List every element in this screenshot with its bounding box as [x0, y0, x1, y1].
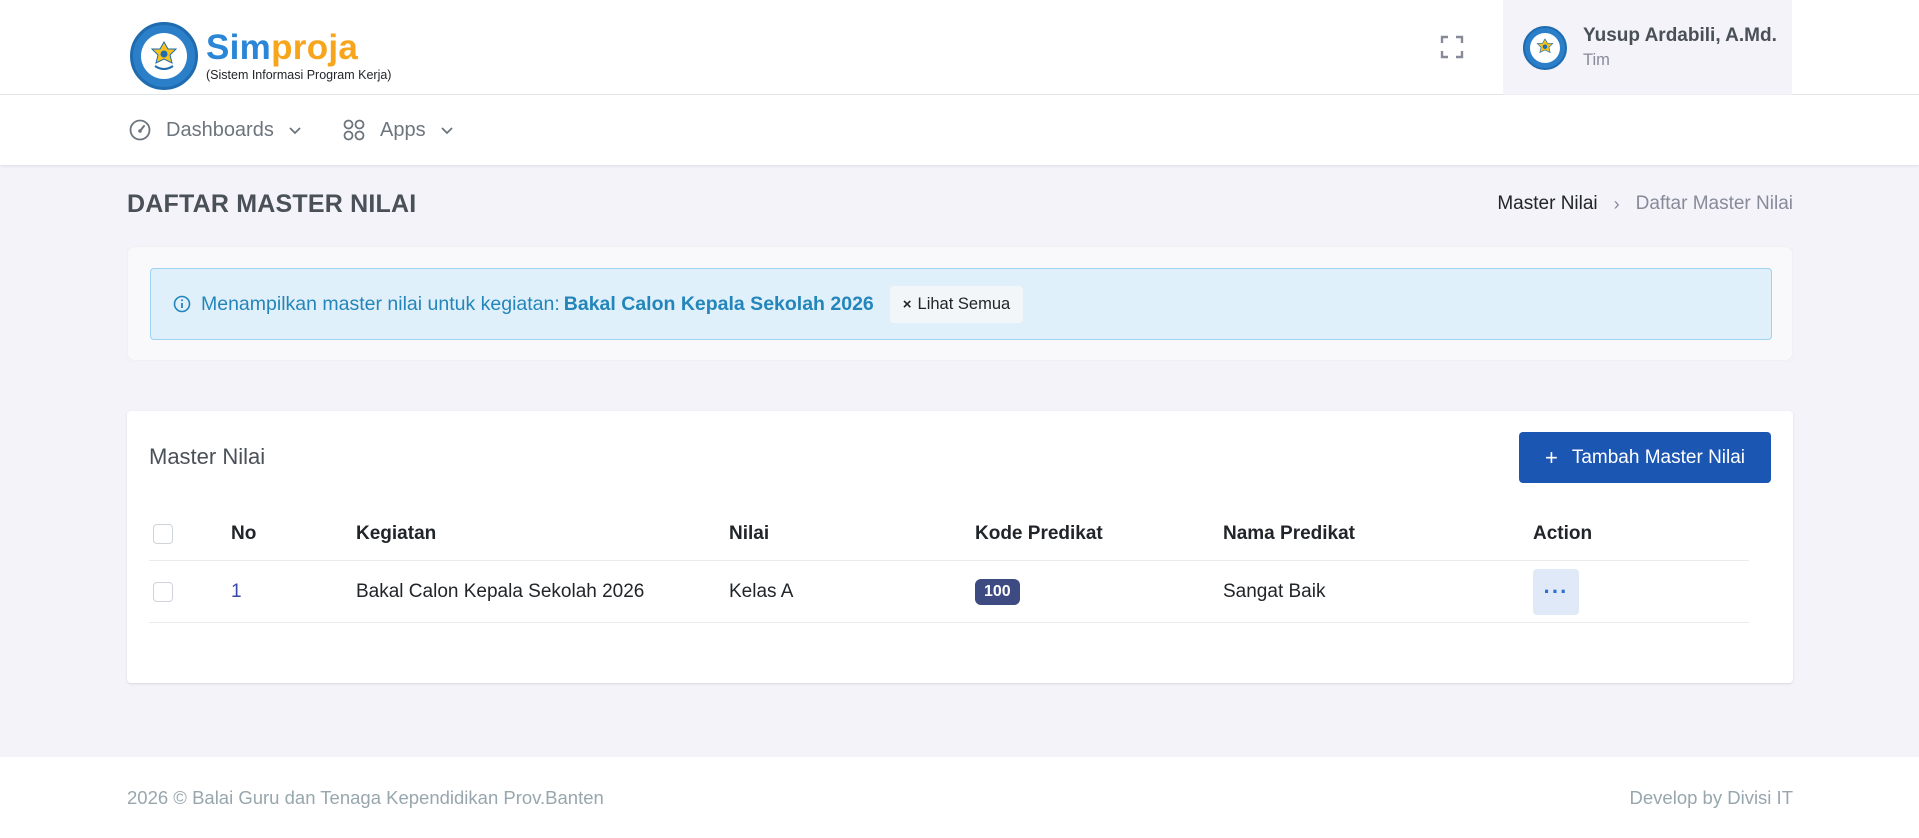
column-header-no[interactable]: No: [231, 507, 256, 560]
column-header-kode-predikat[interactable]: Kode Predikat: [975, 507, 1103, 560]
page-title: DAFTAR MASTER NILAI: [127, 190, 417, 218]
fullscreen-icon: [1440, 35, 1464, 59]
nav-apps[interactable]: Apps: [342, 95, 454, 165]
column-header-kegiatan[interactable]: Kegiatan: [356, 507, 436, 560]
chevron-down-icon: [289, 127, 301, 135]
footer-credit: Develop by Divisi IT: [1629, 787, 1793, 808]
row-checkbox[interactable]: [153, 581, 173, 602]
user-name: Yusup Ardabili, A.Md.: [1583, 25, 1777, 46]
lihat-semua-button[interactable]: × Lihat Semua: [889, 285, 1024, 323]
nav-apps-label: Apps: [380, 118, 426, 141]
more-horizontal-icon: ···: [1543, 578, 1569, 604]
add-master-nilai-label: Tambah Master Nilai: [1571, 446, 1746, 468]
master-nilai-card: Master Nilai + Tambah Master Nilai No Ke…: [127, 411, 1793, 683]
column-header-nilai[interactable]: Nilai: [729, 507, 769, 560]
fullscreen-button[interactable]: [1436, 31, 1468, 63]
avatar: [1523, 25, 1567, 70]
brand-logo-link[interactable]: Simproja (Sistem Informasi Program Kerja…: [130, 22, 391, 90]
info-icon: [173, 295, 191, 313]
chevron-right-icon: ›: [1613, 193, 1620, 214]
brand-name: Simproja: [206, 28, 359, 67]
add-master-nilai-button[interactable]: + Tambah Master Nilai: [1519, 432, 1771, 483]
row-kegiatan: Bakal Calon Kepala Sekolah 2026: [356, 580, 645, 602]
select-all-checkbox[interactable]: [153, 523, 173, 544]
nav-dashboards[interactable]: Dashboards: [128, 95, 302, 165]
nav-dashboards-label: Dashboards: [166, 118, 274, 141]
breadcrumb-link-master-nilai[interactable]: Master Nilai: [1497, 193, 1597, 215]
row-nama-predikat: Sangat Baik: [1223, 580, 1326, 602]
chevron-down-icon: [440, 127, 453, 135]
main-navbar: Dashboards Apps: [0, 95, 1919, 165]
apps-grid-icon: [343, 119, 365, 141]
close-icon: ×: [902, 295, 912, 313]
lihat-semua-label: Lihat Semua: [917, 294, 1011, 313]
master-nilai-table: No Kegiatan Nilai Kode Predikat Nama Pre…: [149, 507, 1749, 623]
brand-subtitle: (Sistem Informasi Program Kerja): [206, 68, 392, 82]
row-nilai: Kelas A: [729, 580, 794, 602]
filter-card: Menampilkan master nilai untuk kegiatan:…: [127, 246, 1793, 361]
logo-icon: [130, 22, 198, 90]
row-actions-button[interactable]: ···: [1533, 568, 1579, 615]
speedometer-icon: [129, 119, 151, 141]
footer-copyright: 2026 © Balai Guru dan Tenaga Kependidika…: [127, 787, 604, 808]
top-header: Simproja (Sistem Informasi Program Kerja…: [0, 0, 1919, 95]
card-title: Master Nilai: [149, 444, 266, 469]
plus-icon: +: [1544, 444, 1558, 470]
info-alert: Menampilkan master nilai untuk kegiatan:…: [150, 268, 1772, 340]
user-role: Tim: [1583, 51, 1610, 69]
table-header-row: No Kegiatan Nilai Kode Predikat Nama Pre…: [149, 507, 1749, 561]
footer: 2026 © Balai Guru dan Tenaga Kependidika…: [0, 757, 1919, 838]
alert-message: Menampilkan master nilai untuk kegiatan:: [201, 292, 560, 315]
user-dropdown[interactable]: Yusup Ardabili, A.Md. Tim: [1503, 0, 1792, 95]
kode-predikat-badge: 100: [975, 578, 1020, 605]
row-number-link[interactable]: 1: [231, 581, 242, 603]
breadcrumb-current: Daftar Master Nilai: [1635, 193, 1793, 214]
alert-kegiatan-name: Bakal Calon Kepala Sekolah 2026: [563, 292, 874, 315]
column-header-nama-predikat[interactable]: Nama Predikat: [1223, 507, 1355, 560]
column-header-action: Action: [1533, 522, 1593, 544]
table-row: 1 Bakal Calon Kepala Sekolah 2026 Kelas …: [149, 561, 1749, 623]
breadcrumb: Master Nilai › Daftar Master Nilai: [1497, 193, 1793, 215]
